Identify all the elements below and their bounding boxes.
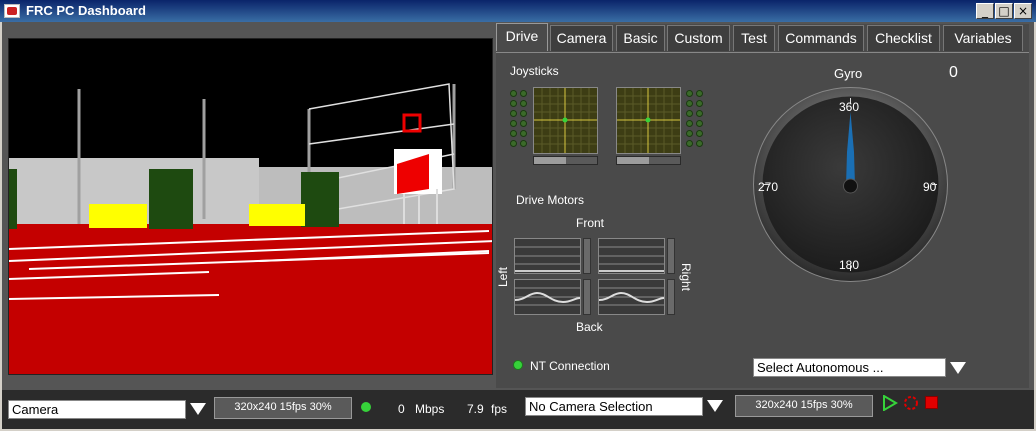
joystick-button-led [520, 120, 527, 127]
stop-icon[interactable] [925, 396, 938, 409]
joystick-button-led [686, 130, 693, 137]
joystick-button-led [510, 110, 517, 117]
motor-front-left-chart [514, 238, 581, 274]
left-label: Left [496, 266, 511, 288]
minimize-button[interactable]: _ [976, 3, 994, 19]
joystick-button-led [696, 120, 703, 127]
stream-status-indicator [361, 402, 371, 412]
joystick-button-led [686, 110, 693, 117]
joystick-1-buttons [510, 90, 530, 152]
autonomous-select[interactable]: Select Autonomous ... [753, 358, 946, 377]
joystick-button-led [510, 120, 517, 127]
joystick-2-display [616, 87, 681, 154]
joystick-button-led [686, 140, 693, 147]
camera-image [9, 39, 492, 374]
motor-back-left-scrollbar[interactable] [583, 279, 591, 315]
joystick-1-throttle-fill [534, 157, 566, 164]
joysticks-label: Joysticks [510, 64, 559, 78]
gyro-tick-360: 360 [839, 100, 860, 114]
close-button[interactable]: × [1014, 3, 1032, 19]
mbps-value: 0 [398, 402, 405, 416]
tab-variables[interactable]: Variables [943, 25, 1023, 51]
joystick-button-led [520, 140, 527, 147]
motor-front-left-scrollbar[interactable] [583, 238, 591, 274]
front-label: Front [576, 216, 605, 230]
back-label: Back [576, 320, 603, 334]
nt-connection-label: NT Connection [530, 359, 610, 373]
gyro-tick-270: 270 [758, 180, 779, 194]
tab-commands[interactable]: Commands [778, 25, 864, 51]
joystick-button-led [510, 100, 517, 107]
maximize-button[interactable]: □ [995, 3, 1013, 19]
fps-unit: fps [491, 402, 508, 416]
motor-back-left-chart [514, 279, 581, 315]
drive-motors-label: Drive Motors [516, 193, 585, 207]
joystick-button-led [686, 100, 693, 107]
fps-value: 7.9 [467, 402, 484, 416]
gyro-dial [752, 86, 949, 283]
joystick-button-led [510, 130, 517, 137]
joystick-2-throttle-fill [617, 157, 649, 164]
tab-custom[interactable]: Custom [667, 25, 730, 51]
gyro-tick-180: 180 [839, 258, 860, 272]
camera-settings-right-button[interactable]: 320x240 15fps 30% [735, 395, 873, 417]
tab-drive[interactable]: Drive [496, 23, 548, 51]
motor-back-right-chart [598, 279, 665, 315]
title-bar: FRC PC Dashboard _ □ × [0, 0, 1036, 22]
motor-front-right-chart [598, 238, 665, 274]
tab-test[interactable]: Test [733, 25, 775, 51]
joystick-button-led [520, 110, 527, 117]
joystick-button-led [696, 110, 703, 117]
joystick-button-led [696, 90, 703, 97]
camera-dropdown-arrow[interactable] [190, 403, 206, 415]
tab-bar: Drive Camera Basic Custom Test Commands … [496, 23, 1029, 53]
nt-connection-indicator [513, 360, 523, 370]
joystick-button-led [510, 90, 517, 97]
camera-view [8, 38, 493, 375]
camera-selection-select[interactable]: No Camera Selection [525, 397, 703, 416]
motor-front-right-scrollbar[interactable] [667, 238, 675, 274]
gyro-tick-90: 90 [923, 180, 937, 194]
joystick-1-display [533, 87, 598, 154]
joystick-2-buttons [686, 90, 706, 152]
right-label: Right [679, 262, 694, 292]
tab-checklist[interactable]: Checklist [867, 25, 940, 51]
gyro-label: Gyro [834, 66, 863, 81]
joystick-button-led [520, 130, 527, 137]
camera-settings-left-button[interactable]: 320x240 15fps 30% [214, 397, 352, 419]
joystick-button-led [686, 90, 693, 97]
joystick-button-led [520, 90, 527, 97]
joystick-button-led [696, 140, 703, 147]
record-icon[interactable] [903, 395, 919, 411]
camera-select[interactable]: Camera [8, 400, 186, 419]
app-icon [4, 4, 20, 18]
gyro-value: 0 [949, 64, 958, 81]
joystick-2-throttle [616, 156, 681, 165]
play-icon[interactable] [882, 394, 898, 412]
joystick-button-led [520, 100, 527, 107]
tab-camera[interactable]: Camera [550, 25, 613, 51]
joystick-button-led [686, 120, 693, 127]
joystick-button-led [696, 100, 703, 107]
tab-basic[interactable]: Basic [616, 25, 665, 51]
mbps-unit: Mbps [415, 402, 445, 416]
autonomous-dropdown-arrow[interactable] [950, 362, 966, 374]
joystick-1-throttle [533, 156, 598, 165]
joystick-button-led [696, 130, 703, 137]
window-title: FRC PC Dashboard [26, 3, 146, 18]
camera-selection-dropdown-arrow[interactable] [707, 400, 723, 412]
joystick-button-led [510, 140, 517, 147]
motor-back-right-scrollbar[interactable] [667, 279, 675, 315]
